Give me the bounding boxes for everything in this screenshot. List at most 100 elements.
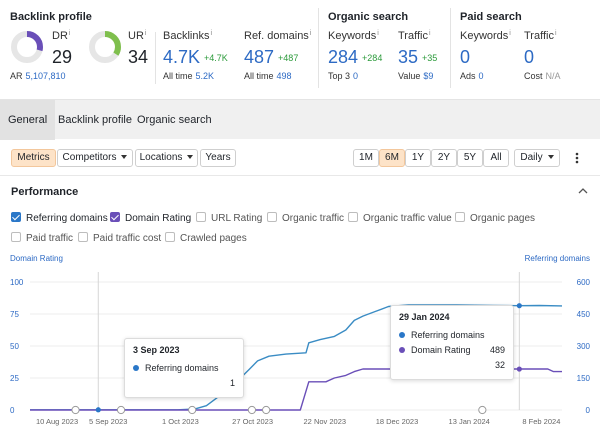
checkbox-domain-rating[interactable]: Domain Rating (110, 212, 191, 224)
organic-keywords-label[interactable]: Keywordsi (328, 30, 379, 42)
x-tick-label: 1 Oct 2023 (162, 417, 199, 426)
chevron-down-icon (187, 155, 194, 159)
left-tick-label: 100 (10, 278, 24, 287)
x-tick-label: 10 Aug 2023 (36, 417, 78, 426)
tab-organic-search[interactable]: Organic search (129, 100, 220, 140)
tab-backlink-profile[interactable]: Backlink profile (50, 100, 140, 140)
divider (318, 8, 319, 88)
legend-dot-icon (399, 332, 405, 338)
dr-gauge (11, 31, 43, 63)
range-1y-button[interactable]: 1Y (405, 149, 431, 167)
checkbox-empty-icon (267, 212, 277, 222)
right-axis-title: Referring domains (525, 254, 590, 263)
x-tick-label: 27 Oct 2023 (232, 417, 273, 426)
checkbox-organic-traffic[interactable]: Organic traffic (267, 212, 344, 224)
organic-top3: Top 30 (328, 71, 359, 81)
organic-traffic-value[interactable]: 35 +35 (398, 48, 437, 66)
range-6m-button[interactable]: 6M (379, 149, 405, 167)
x-tick-label: 22 Nov 2023 (304, 417, 347, 426)
performance-title: Performance (11, 186, 79, 198)
range-1m-button[interactable]: 1M (353, 149, 379, 167)
tab-general[interactable]: General (0, 100, 56, 140)
checkbox-paid-traffic-cost[interactable]: Paid traffic cost (78, 232, 161, 244)
organic-traffic-label[interactable]: Traffici (398, 30, 431, 42)
left-tick-label: 75 (10, 310, 19, 319)
ref-domains-all-time: All time 498 (244, 71, 292, 81)
paid-traffic-label[interactable]: Traffici (524, 30, 557, 42)
paid-ads: Ads 0 (460, 71, 484, 81)
x-tick-label: 18 Dec 2023 (376, 417, 419, 426)
checkbox-organic-pages[interactable]: Organic pages (455, 212, 535, 224)
paid-traffic-value[interactable]: 0 (524, 48, 534, 66)
chevron-down-icon (547, 155, 554, 159)
left-tick-label: 50 (10, 342, 19, 351)
legend-dot-icon (399, 347, 405, 353)
divider (450, 8, 451, 88)
ur-label[interactable]: URi (128, 30, 146, 42)
right-tick-label: 0 (586, 406, 591, 415)
divider (0, 175, 600, 176)
paid-keywords-value[interactable]: 0 (460, 48, 470, 66)
years-button[interactable]: Years (200, 149, 236, 167)
checkbox-referring-domains[interactable]: Referring domains (11, 212, 108, 224)
x-tick-label: 5 Sep 2023 (89, 417, 127, 426)
dr-value: 29 (52, 47, 73, 67)
chart-tooltip-right: 29 Jan 2024 Referring domains 489 Domain … (390, 305, 514, 380)
backlink-profile-title: Backlink profile (10, 11, 92, 23)
checkbox-empty-icon (455, 212, 465, 222)
report-tabs: General Backlink profile Organic search (0, 99, 600, 140)
annotation-marker (71, 405, 80, 415)
annotation-marker (116, 405, 126, 415)
backlinks-label[interactable]: Backlinksi (163, 30, 212, 42)
locations-dropdown[interactable]: Locations (135, 149, 198, 167)
ur-gauge (89, 31, 121, 63)
ur-value: 34 (128, 47, 149, 67)
competitors-dropdown[interactable]: Competitors (57, 149, 133, 167)
range-2y-button[interactable]: 2Y (431, 149, 457, 167)
range-all-button[interactable]: All (483, 149, 509, 167)
ref-domains-value[interactable]: 487 +487 (244, 48, 298, 66)
left-tick-label: 0 (10, 406, 15, 415)
checkbox-crawled-pages[interactable]: Crawled pages (165, 232, 247, 244)
annotation-marker (188, 405, 197, 415)
checkbox-paid-traffic[interactable]: Paid traffic (11, 232, 73, 244)
checkbox-checked-icon (11, 212, 21, 222)
divider (155, 32, 156, 84)
x-tick-label: 8 Feb 2024 (522, 417, 560, 426)
checkbox-checked-icon (110, 212, 120, 222)
paid-search-title: Paid search (460, 11, 522, 23)
ar-value[interactable]: 5,107,810 (26, 71, 66, 81)
right-tick-label: 150 (577, 374, 591, 383)
x-tick-label: 13 Jan 2024 (449, 417, 490, 426)
dr-label[interactable]: DRi (52, 30, 70, 42)
checkbox-empty-icon (196, 212, 206, 222)
left-axis-title: Domain Rating (10, 254, 63, 263)
interval-dropdown[interactable]: Daily (514, 149, 560, 167)
tooltip-date: 3 Sep 2023 (133, 345, 180, 355)
checkbox-empty-icon (11, 232, 21, 242)
more-options-icon[interactable] (573, 150, 581, 166)
checkbox-empty-icon (348, 212, 358, 222)
backlinks-all-time: All time 5.2K (163, 71, 215, 81)
organic-traffic-value-usd: Value $9 (398, 71, 434, 81)
organic-search-title: Organic search (328, 11, 409, 23)
annotation-marker (478, 405, 487, 415)
ref-domains-label[interactable]: Ref. domainsi (244, 30, 311, 42)
hover-point-referring-domains (95, 407, 101, 413)
right-tick-label: 450 (577, 310, 591, 319)
checkbox-empty-icon (78, 232, 88, 242)
backlinks-value[interactable]: 4.7K +4.7K (163, 48, 228, 66)
checkbox-url-rating[interactable]: URL Rating (196, 212, 262, 224)
right-tick-label: 300 (577, 342, 591, 351)
metrics-button[interactable]: Metrics (11, 149, 56, 167)
range-5y-button[interactable]: 5Y (457, 149, 483, 167)
collapse-chevron-icon[interactable] (578, 186, 588, 196)
hover-point-domain-rating (516, 366, 522, 372)
ar-row: AR 5,107,810 (10, 71, 66, 81)
legend-dot-icon (133, 365, 139, 371)
organic-keywords-value[interactable]: 284 +284 (328, 48, 382, 66)
paid-keywords-label[interactable]: Keywordsi (460, 30, 511, 42)
tooltip-row-referring-domains: Referring domains 489 (399, 328, 505, 355)
checkbox-organic-traffic-value[interactable]: Organic traffic value (348, 212, 452, 224)
paid-cost: Cost N/A (524, 71, 561, 81)
